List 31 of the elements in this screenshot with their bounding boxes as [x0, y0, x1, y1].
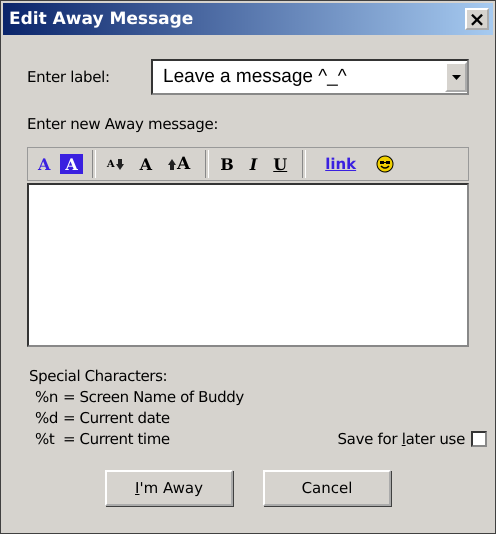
background-color-button[interactable]: A [60, 154, 83, 174]
down-arrow-icon [116, 158, 124, 170]
code-description: = Current time [63, 430, 170, 448]
code-text: %d [35, 409, 59, 427]
field-label: Enter label: [27, 68, 111, 86]
code-description: = Current date [63, 409, 170, 427]
special-characters-title: Special Characters: [29, 367, 168, 385]
bold-button[interactable]: B [214, 151, 240, 177]
dropdown-button[interactable] [445, 62, 467, 92]
close-button[interactable]: × [465, 8, 489, 30]
save-checkbox[interactable] [471, 431, 487, 447]
link-button[interactable]: link [319, 151, 362, 177]
larger-font-button[interactable]: A [162, 151, 196, 177]
underline-button[interactable]: U [267, 151, 294, 177]
smaller-font-button[interactable]: A [100, 151, 130, 177]
up-arrow-icon [168, 158, 176, 170]
code-text: %t [35, 430, 56, 448]
cancel-button[interactable]: Cancel [263, 470, 391, 506]
code-text: %n [35, 388, 59, 406]
smiley-icon [376, 155, 394, 173]
normal-font-button[interactable]: A [134, 151, 158, 177]
checkbox-label: Save for later use [337, 430, 465, 448]
field-label: Enter new Away message: [27, 115, 220, 133]
label-dropdown[interactable]: Leave a message ^_^ [151, 59, 469, 95]
caret-icon [452, 74, 460, 80]
away-button[interactable]: I'm Away [105, 470, 233, 506]
code-description: = Screen Name of Buddy [63, 388, 244, 406]
message-field[interactable] [27, 183, 469, 347]
window-title: Edit Away Message [9, 9, 194, 29]
italic-button[interactable]: I [244, 151, 264, 177]
text-color-button[interactable]: A [32, 151, 56, 177]
